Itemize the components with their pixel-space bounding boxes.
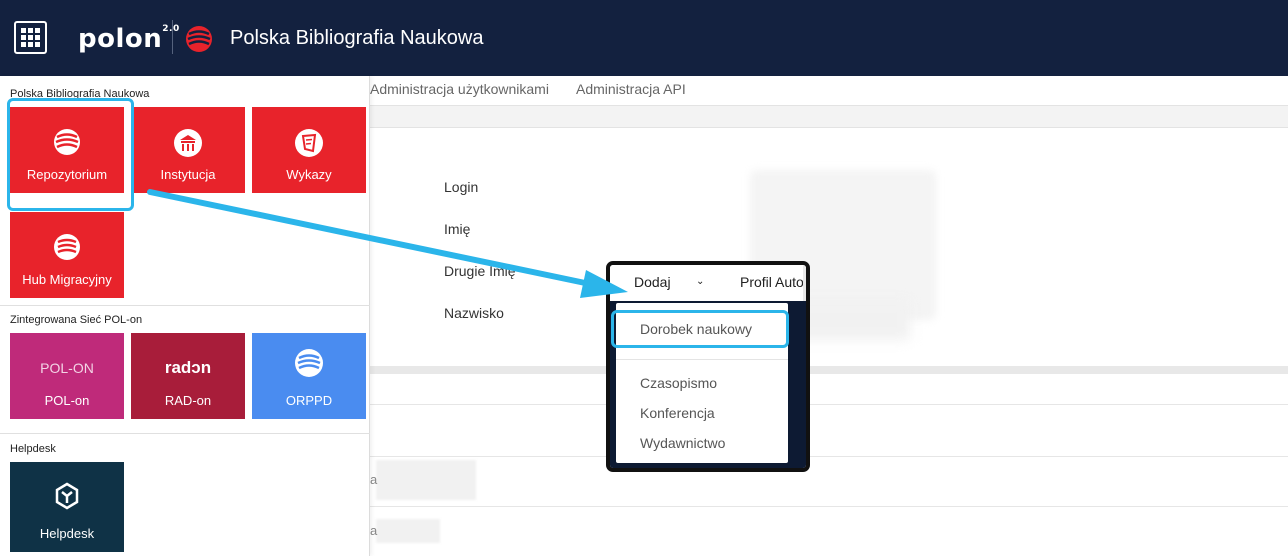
tile-rad-on[interactable]: radɔn RAD-on xyxy=(131,333,245,419)
orppd-icon xyxy=(295,349,323,377)
dodaj-button[interactable]: Dodaj xyxy=(634,274,671,290)
table-cell: a xyxy=(370,523,378,538)
pbn-logo-icon xyxy=(186,26,212,52)
institution-icon xyxy=(174,129,202,157)
hub-icon xyxy=(54,234,80,260)
rad-on-logo: radɔn xyxy=(164,358,212,377)
chevron-down-icon[interactable]: ⌄ xyxy=(696,276,704,287)
tile-label: Wykazy xyxy=(286,167,332,182)
menu-item-czasopismo[interactable]: Czasopismo xyxy=(640,375,717,391)
tile-pol-on[interactable]: POL-ON POL-on xyxy=(10,333,124,419)
menu-item-konferencja[interactable]: Konferencja xyxy=(640,405,715,421)
wykazy-icon xyxy=(295,129,323,157)
tile-label: Hub Migracyjny xyxy=(22,272,112,287)
top-bar: polon2.0 Polska Bibliografia Naukowa xyxy=(0,0,1288,76)
tile-orppd[interactable]: ORPPD xyxy=(252,333,366,419)
menu-item-wydawnictwo[interactable]: Wydawnictwo xyxy=(640,435,725,451)
tile-hub-migracyjny[interactable]: Hub Migracyjny xyxy=(10,212,124,298)
menu-separator xyxy=(616,359,788,360)
tile-label: Instytucja xyxy=(160,167,216,182)
section-divider xyxy=(0,305,370,306)
pol-on-logo: POL-ON xyxy=(40,360,94,376)
table-border xyxy=(370,456,1288,457)
sub-navigation: Administracja użytkownikami Administracj… xyxy=(370,76,1288,106)
tile-label: RAD-on xyxy=(164,393,212,408)
tile-label: Helpdesk xyxy=(39,526,95,541)
blurred-cell xyxy=(376,460,476,500)
tile-label: POL-on xyxy=(44,393,90,408)
dropdown-header: Dodaj ⌄ Profil Autora xyxy=(610,265,806,301)
table-cell: a xyxy=(370,472,378,487)
tile-label: ORPPD xyxy=(285,393,333,408)
section-title-helpdesk: Helpdesk xyxy=(10,443,56,455)
subnav-api-admin[interactable]: Administracja API xyxy=(576,81,686,97)
apps-grid-icon[interactable] xyxy=(14,21,47,54)
section-band xyxy=(370,106,1288,128)
tile-instytucja[interactable]: Instytucja xyxy=(131,107,245,193)
field-label-last-name: Nazwisko xyxy=(444,305,504,321)
highlight-dorobek-naukowy xyxy=(611,310,789,348)
field-label-first-name: Imię xyxy=(444,221,471,237)
field-label-login: Login xyxy=(444,179,479,195)
helpdesk-icon xyxy=(55,482,79,510)
scroll-edge xyxy=(803,265,806,301)
table-border xyxy=(370,506,1288,507)
tile-wykazy[interactable]: Wykazy xyxy=(252,107,366,193)
table-border xyxy=(370,404,1288,405)
app-title: Polska Bibliografia Naukowa xyxy=(230,27,484,49)
tile-helpdesk[interactable]: Helpdesk xyxy=(10,462,124,552)
subnav-users-admin[interactable]: Administracja użytkownikami xyxy=(370,81,549,97)
blurred-cell xyxy=(376,519,440,543)
highlight-repozytorium xyxy=(7,98,134,211)
section-title-zintegrowana: Zintegrowana Sieć POL-on xyxy=(10,314,143,326)
dropdown-callout: Dodaj ⌄ Profil Autora Dorobek naukowy Cz… xyxy=(606,261,810,472)
profil-autora-button[interactable]: Profil Autora xyxy=(740,274,806,290)
divider xyxy=(172,20,173,54)
section-divider xyxy=(370,366,1288,374)
polon-logo[interactable]: polon2.0 xyxy=(78,24,180,54)
field-label-second-name: Drugie Imię xyxy=(444,263,516,279)
section-divider xyxy=(0,433,370,434)
